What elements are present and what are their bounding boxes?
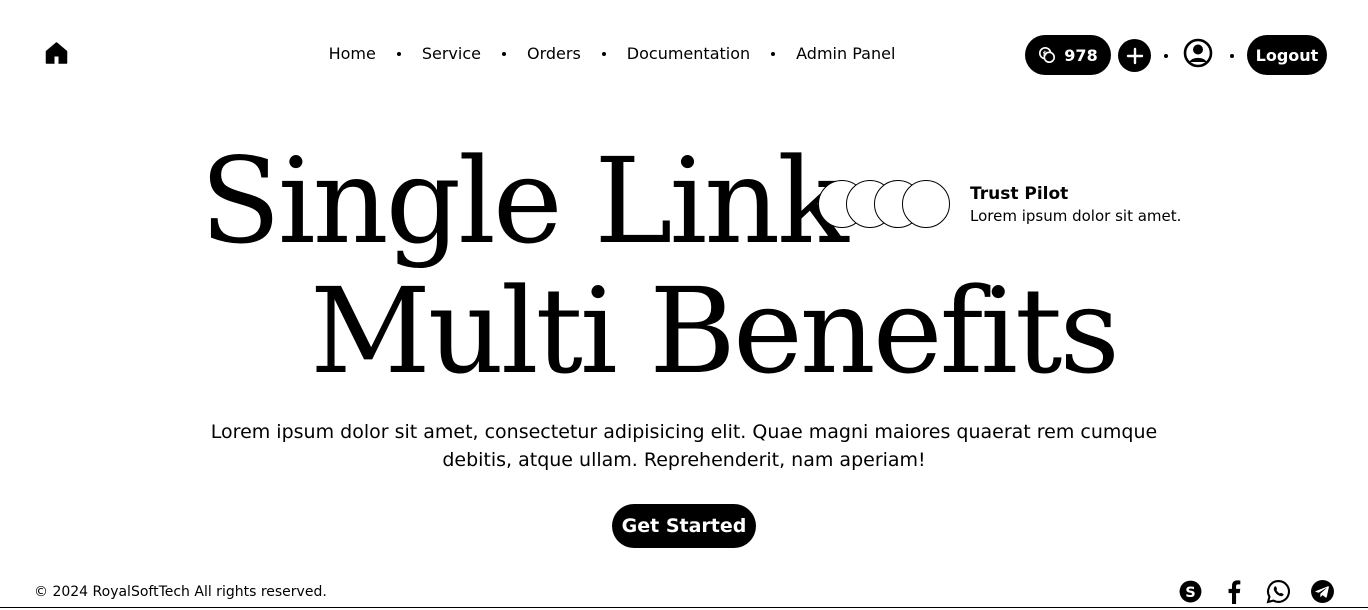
user-icon: [1183, 38, 1213, 68]
footer-copyright: © 2024 RoyalSoftTech All rights reserved…: [34, 584, 327, 600]
header-separator: [1164, 54, 1168, 58]
logout-button[interactable]: Logout: [1247, 35, 1327, 75]
telegram-link[interactable]: [1310, 579, 1335, 604]
nav-orders[interactable]: Orders: [527, 44, 581, 63]
reviewer-avatars: [818, 180, 952, 230]
nav-separator: [501, 51, 506, 56]
credits-button[interactable]: $ 978: [1025, 35, 1111, 75]
page-bottom-border: [0, 607, 1368, 608]
nav-admin-panel[interactable]: Admin Panel: [796, 44, 895, 63]
nav-documentation[interactable]: Documentation: [627, 44, 750, 63]
profile-button[interactable]: [1183, 38, 1213, 68]
svg-text:S: S: [1185, 584, 1196, 601]
svg-text:$: $: [1043, 51, 1047, 58]
avatar: [902, 180, 950, 228]
add-button[interactable]: [1118, 39, 1151, 72]
whatsapp-icon: [1266, 580, 1290, 604]
hero-headline-line1: Single Link: [200, 132, 849, 270]
telegram-icon: [1311, 580, 1334, 603]
trust-pilot-title: Trust Pilot: [970, 184, 1069, 204]
plus-icon: [1126, 47, 1143, 64]
skype-link[interactable]: S: [1178, 579, 1203, 604]
nav-service[interactable]: Service: [422, 44, 481, 63]
facebook-link[interactable]: [1222, 579, 1247, 604]
get-started-button[interactable]: Get Started: [612, 504, 756, 548]
nav-separator: [771, 51, 776, 56]
credits-value: 978: [1064, 45, 1098, 65]
trust-pilot-subtitle: Lorem ipsum dolor sit amet.: [970, 207, 1182, 225]
skype-icon: S: [1179, 580, 1202, 603]
nav-home[interactable]: Home: [329, 44, 376, 63]
facebook-icon: [1228, 580, 1241, 604]
hero-headline-line2: Multi Benefits: [310, 262, 1120, 400]
hero-description: Lorem ipsum dolor sit amet, consectetur …: [210, 421, 1158, 471]
nav-separator: [601, 51, 606, 56]
coins-icon: $: [1038, 46, 1056, 64]
whatsapp-link[interactable]: [1266, 579, 1291, 604]
header-separator: [1230, 54, 1234, 58]
nav-separator: [396, 51, 401, 56]
